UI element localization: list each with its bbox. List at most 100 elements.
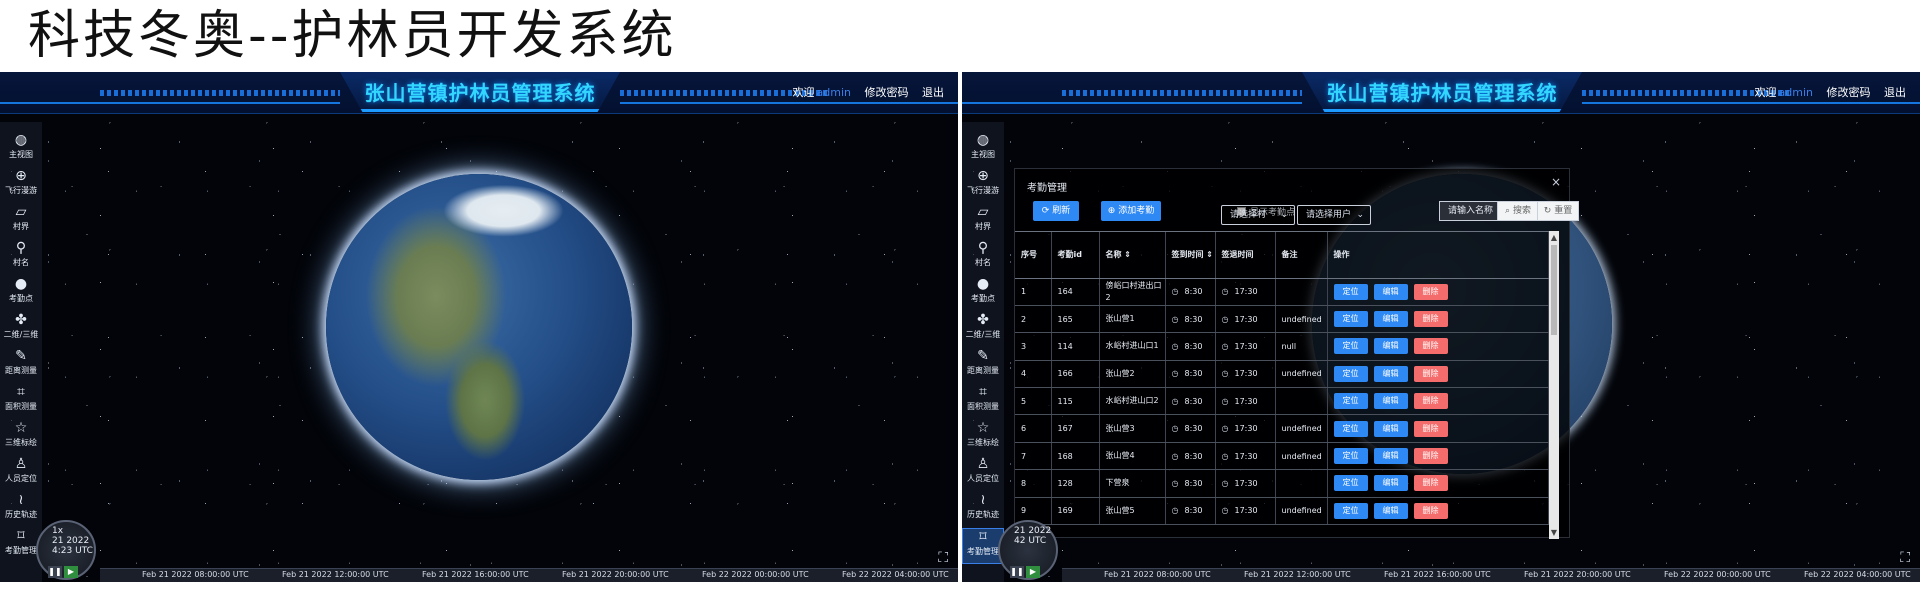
edit-button[interactable]: 编辑 (1373, 283, 1408, 300)
clock-icon: ◷ (1221, 369, 1229, 379)
sidebar: ◍ 主视图 ⊕ 飞行漫游 ▱ 村界 ⚲ 村名 ● 考勤点 ✤ 二维/三维 ✎ 距离测量 ⌗ 面积… (0, 122, 42, 582)
sidebar-item-village-name[interactable]: ⚲ 村名 (962, 240, 1004, 276)
delete-button[interactable]: 删除 (1413, 502, 1448, 519)
sidebar-item-distance-measure[interactable]: ✎ 距离测量 (962, 348, 1004, 384)
timeline-tick: Feb 21 2022 20:00:00 UTC (1524, 570, 1631, 579)
edit-button[interactable]: 编辑 (1373, 420, 1408, 437)
edit-button[interactable]: 编辑 (1373, 475, 1408, 492)
sidebar-item-person-locate[interactable]: ♙ 人员定位 (962, 456, 1004, 492)
chevron-down-icon[interactable]: ▼ (1549, 528, 1559, 537)
timeline-bar[interactable]: Feb 21 2022 08:00:00 UTC Feb 21 2022 12:… (100, 568, 958, 582)
sidebar-item-distance-measure[interactable]: ✎ 距离测量 (0, 348, 42, 384)
delete-button[interactable]: 删除 (1413, 448, 1448, 465)
sidebar-item-fly-tour[interactable]: ⊕ 飞行漫游 (962, 168, 1004, 204)
animation-clock[interactable]: 1x 21 2022 4:23 UTC ❚❚ ▶ (36, 520, 96, 580)
sidebar-item-attendance-point[interactable]: ● 考勤点 (962, 276, 1004, 312)
sidebar-item-2d-3d[interactable]: ✤ 二维/三维 (962, 312, 1004, 348)
locate-button[interactable]: 定位 (1333, 393, 1368, 410)
close-icon[interactable]: × (1551, 175, 1561, 189)
sidebar-item-3d-plot[interactable]: ☆ 三维标绘 (962, 420, 1004, 456)
timeline-bar[interactable]: Feb 21 2022 08:00:00 UTC Feb 21 2022 12:… (1062, 568, 1920, 582)
table-header-row: 序号 考勤id 名称 ⇕ 签到时间 ⇕ 签退时间 备注 操作 (1015, 232, 1549, 279)
refresh-button[interactable]: ⟳ 刷新 (1033, 201, 1079, 221)
change-password-link[interactable]: 修改密码 (1827, 86, 1871, 99)
scrollbar-thumb[interactable] (1551, 245, 1557, 335)
locate-button[interactable]: 定位 (1333, 283, 1368, 300)
checkout-time: 17:30 (1234, 396, 1258, 406)
checkin-time: 8:30 (1184, 424, 1203, 434)
edit-button[interactable]: 编辑 (1373, 502, 1408, 519)
checkout-cell: ◷ 17:30 (1215, 442, 1276, 471)
pause-button[interactable]: ❚❚ (48, 566, 62, 578)
sidebar-item-village-boundary[interactable]: ▱ 村界 (0, 204, 42, 240)
earth-globe[interactable] (326, 174, 632, 480)
sidebar-item-3d-plot[interactable]: ☆ 三维标绘 (0, 420, 42, 456)
play-button[interactable]: ▶ (64, 566, 78, 578)
delete-button[interactable]: 删除 (1413, 283, 1448, 300)
sidebar-item-attendance-point[interactable]: ● 考勤点 (0, 276, 42, 312)
note-cell: undefined (1275, 442, 1328, 471)
reset-button[interactable]: ↻ 重置 (1537, 201, 1579, 221)
header-decoration-left (100, 90, 340, 96)
change-password-link[interactable]: 修改密码 (865, 86, 909, 99)
delete-button[interactable]: 删除 (1413, 338, 1448, 355)
village-select[interactable]: 请选择村 ⌄ (1221, 205, 1295, 225)
sidebar-item-history-track[interactable]: ≀ 历史轨迹 (962, 492, 1004, 528)
checkout-time: 17:30 (1234, 478, 1258, 488)
locate-button[interactable]: 定位 (1333, 338, 1368, 355)
locate-button[interactable]: 定位 (1333, 365, 1368, 382)
edit-button[interactable]: 编辑 (1373, 365, 1408, 382)
sidebar-item-fly-tour[interactable]: ⊕ 飞行漫游 (0, 168, 42, 204)
user-menu: 欢迎 admin 修改密码 退出 (783, 84, 944, 100)
search-button[interactable]: ⌕ 搜索 (1497, 201, 1539, 221)
edit-button[interactable]: 编辑 (1373, 393, 1408, 410)
sidebar-item-area-measure[interactable]: ⌗ 面积测量 (0, 384, 42, 420)
sidebar-item-village-name[interactable]: ⚲ 村名 (0, 240, 42, 276)
sidebar-item-history-track[interactable]: ≀ 历史轨迹 (0, 492, 42, 528)
column-header[interactable]: 名称 ⇕ (1099, 232, 1166, 279)
fullscreen-icon[interactable]: ⛶ (1900, 550, 1910, 566)
locate-button[interactable]: 定位 (1333, 448, 1368, 465)
row-number: 6 (1015, 414, 1052, 443)
sidebar-item-2d-3d[interactable]: ✤ 二维/三维 (0, 312, 42, 348)
sidebar-item-area-measure[interactable]: ⌗ 面积测量 (962, 384, 1004, 420)
left-viewer-panel[interactable]: 张山营镇护林员管理系统 欢迎 admin 修改密码 退出 ◍ 主视图 ⊕ 飞行漫游 ▱… (0, 72, 958, 582)
chevron-up-icon[interactable]: ▲ (1549, 233, 1559, 242)
animation-clock[interactable]: 21 2022 42 UTC ❚❚ ▶ (998, 520, 1058, 580)
play-button[interactable]: ▶ (1026, 566, 1040, 578)
logout-link[interactable]: 退出 (1884, 86, 1906, 99)
pause-button[interactable]: ❚❚ (1010, 566, 1024, 578)
locate-button[interactable]: 定位 (1333, 420, 1368, 437)
sidebar-item-main-view[interactable]: ◍ 主视图 (962, 132, 1004, 168)
locate-button[interactable]: 定位 (1333, 311, 1368, 328)
attendance-name: 傍峪口村进出口2 (1099, 278, 1166, 306)
sidebar-item-person-locate[interactable]: ♙ 人员定位 (0, 456, 42, 492)
attendance-dialog: 考勤管理 × ⟳ 刷新 ⊕ 添加考勤 显示考勤点 请选择村 ⌄ 请选择用户 ⌄ 请输… (1014, 168, 1579, 539)
track-icon: ≀ (980, 492, 986, 508)
table-scrollbar[interactable]: ▲ ▼ (1549, 231, 1559, 539)
add-attendance-button[interactable]: ⊕ 添加考勤 (1101, 201, 1161, 221)
delete-button[interactable]: 删除 (1413, 475, 1448, 492)
logout-link[interactable]: 退出 (922, 86, 944, 99)
fullscreen-icon[interactable]: ⛶ (938, 550, 948, 566)
user-select[interactable]: 请选择用户 ⌄ (1297, 205, 1371, 225)
delete-button[interactable]: 删除 (1413, 365, 1448, 382)
name-input-label[interactable]: 请输入名称 (1439, 201, 1499, 221)
edit-button[interactable]: 编辑 (1373, 338, 1408, 355)
sidebar-item-main-view[interactable]: ◍ 主视图 (0, 132, 42, 168)
edit-button[interactable]: 编辑 (1373, 448, 1408, 465)
timeline-tick: Feb 21 2022 16:00:00 UTC (422, 570, 529, 579)
checkout-time: 17:30 (1234, 314, 1258, 324)
right-viewer-panel[interactable]: 张山营镇护林员管理系统 欢迎 admin 修改密码 退出 ◍ 主视图 ⊕ 飞行漫游 ▱… (962, 72, 1920, 582)
note-cell: null (1275, 332, 1328, 361)
delete-button[interactable]: 删除 (1413, 393, 1448, 410)
column-header[interactable]: 签到时间 ⇕ (1165, 232, 1216, 279)
sidebar-item-village-boundary[interactable]: ▱ 村界 (962, 204, 1004, 240)
delete-button[interactable]: 删除 (1413, 311, 1448, 328)
locate-button[interactable]: 定位 (1333, 502, 1368, 519)
checkout-time: 17:30 (1234, 341, 1258, 351)
edit-button[interactable]: 编辑 (1373, 311, 1408, 328)
locate-button[interactable]: 定位 (1333, 475, 1368, 492)
delete-button[interactable]: 删除 (1413, 420, 1448, 437)
actions-cell: 定位 编辑 删除 (1327, 497, 1549, 526)
